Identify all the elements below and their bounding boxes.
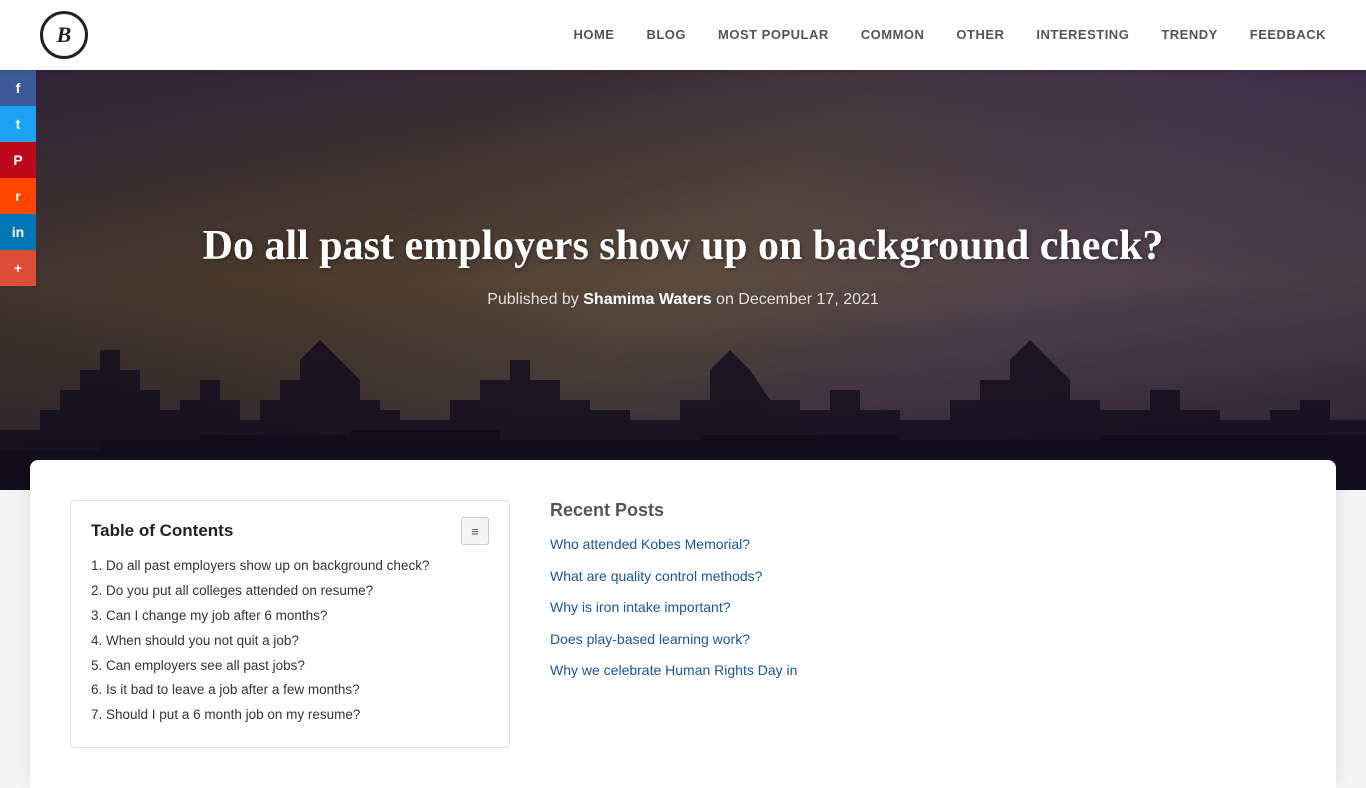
- toc-item: 5. Can employers see all past jobs?: [91, 657, 489, 676]
- meta-prefix: Published by: [487, 291, 583, 308]
- author-name: Shamima Waters: [583, 291, 711, 308]
- recent-post-2[interactable]: What are quality control methods?: [550, 567, 1306, 587]
- pinterest-share-button[interactable]: P: [0, 142, 36, 178]
- meta-suffix: on December 17, 2021: [712, 291, 879, 308]
- hero-content: Do all past employers show up on backgro…: [123, 221, 1244, 309]
- nav-trendy[interactable]: TRENDY: [1161, 27, 1217, 42]
- navbar: B HOME BLOG MOST POPULAR COMMON OTHER IN…: [0, 0, 1366, 70]
- site-logo[interactable]: B: [40, 11, 88, 59]
- toc-item: 1. Do all past employers show up on back…: [91, 557, 489, 576]
- toc-link-2[interactable]: 2. Do you put all colleges attended on r…: [91, 583, 373, 598]
- toc-item: 4. When should you not quit a job?: [91, 632, 489, 651]
- toc-list: 1. Do all past employers show up on back…: [91, 557, 489, 725]
- article-title: Do all past employers show up on backgro…: [203, 221, 1164, 271]
- recent-post-5[interactable]: Why we celebrate Human Rights Day in: [550, 661, 1306, 681]
- sidebar: Recent Posts Who attended Kobes Memorial…: [550, 500, 1306, 748]
- toc-title: Table of Contents: [91, 521, 233, 541]
- recent-post-3[interactable]: Why is iron intake important?: [550, 598, 1306, 618]
- reddit-share-button[interactable]: r: [0, 178, 36, 214]
- nav-interesting[interactable]: INTERESTING: [1036, 27, 1129, 42]
- toc-link-6[interactable]: 6. Is it bad to leave a job after a few …: [91, 682, 360, 697]
- nav-home[interactable]: HOME: [573, 27, 614, 42]
- toc-box: Table of Contents ≡ 1. Do all past emplo…: [70, 500, 510, 748]
- toc-header: Table of Contents ≡: [91, 517, 489, 545]
- toc-item: 2. Do you put all colleges attended on r…: [91, 582, 489, 601]
- hero-section: Do all past employers show up on backgro…: [0, 70, 1366, 490]
- toc-link-5[interactable]: 5. Can employers see all past jobs?: [91, 658, 305, 673]
- article-meta: Published by Shamima Waters on December …: [203, 291, 1164, 309]
- facebook-share-button[interactable]: f: [0, 70, 36, 106]
- nav-common[interactable]: COMMON: [861, 27, 925, 42]
- social-sidebar: f t P r in +: [0, 70, 36, 286]
- recent-post-1[interactable]: Who attended Kobes Memorial?: [550, 535, 1306, 555]
- toc-toggle-button[interactable]: ≡: [461, 517, 489, 545]
- nav-blog[interactable]: BLOG: [646, 27, 686, 42]
- nav-most-popular[interactable]: MOST POPULAR: [718, 27, 829, 42]
- googleplus-share-button[interactable]: +: [0, 250, 36, 286]
- toc-item: 3. Can I change my job after 6 months?: [91, 607, 489, 626]
- linkedin-share-button[interactable]: in: [0, 214, 36, 250]
- toc-item: 7. Should I put a 6 month job on my resu…: [91, 706, 489, 725]
- toc-link-7[interactable]: 7. Should I put a 6 month job on my resu…: [91, 707, 360, 722]
- recent-posts-title: Recent Posts: [550, 500, 1306, 521]
- toc-link-3[interactable]: 3. Can I change my job after 6 months?: [91, 608, 327, 623]
- toc-link-4[interactable]: 4. When should you not quit a job?: [91, 633, 299, 648]
- toc-link-1[interactable]: 1. Do all past employers show up on back…: [91, 558, 429, 573]
- nav-feedback[interactable]: FEEDBACK: [1250, 27, 1326, 42]
- toc-item: 6. Is it bad to leave a job after a few …: [91, 681, 489, 700]
- recent-post-4[interactable]: Does play-based learning work?: [550, 630, 1306, 650]
- toc-container: Table of Contents ≡ 1. Do all past emplo…: [70, 500, 510, 748]
- twitter-share-button[interactable]: t: [0, 106, 36, 142]
- nav-other[interactable]: OTHER: [956, 27, 1004, 42]
- nav-links: HOME BLOG MOST POPULAR COMMON OTHER INTE…: [573, 26, 1326, 44]
- content-wrapper: Table of Contents ≡ 1. Do all past emplo…: [30, 460, 1336, 788]
